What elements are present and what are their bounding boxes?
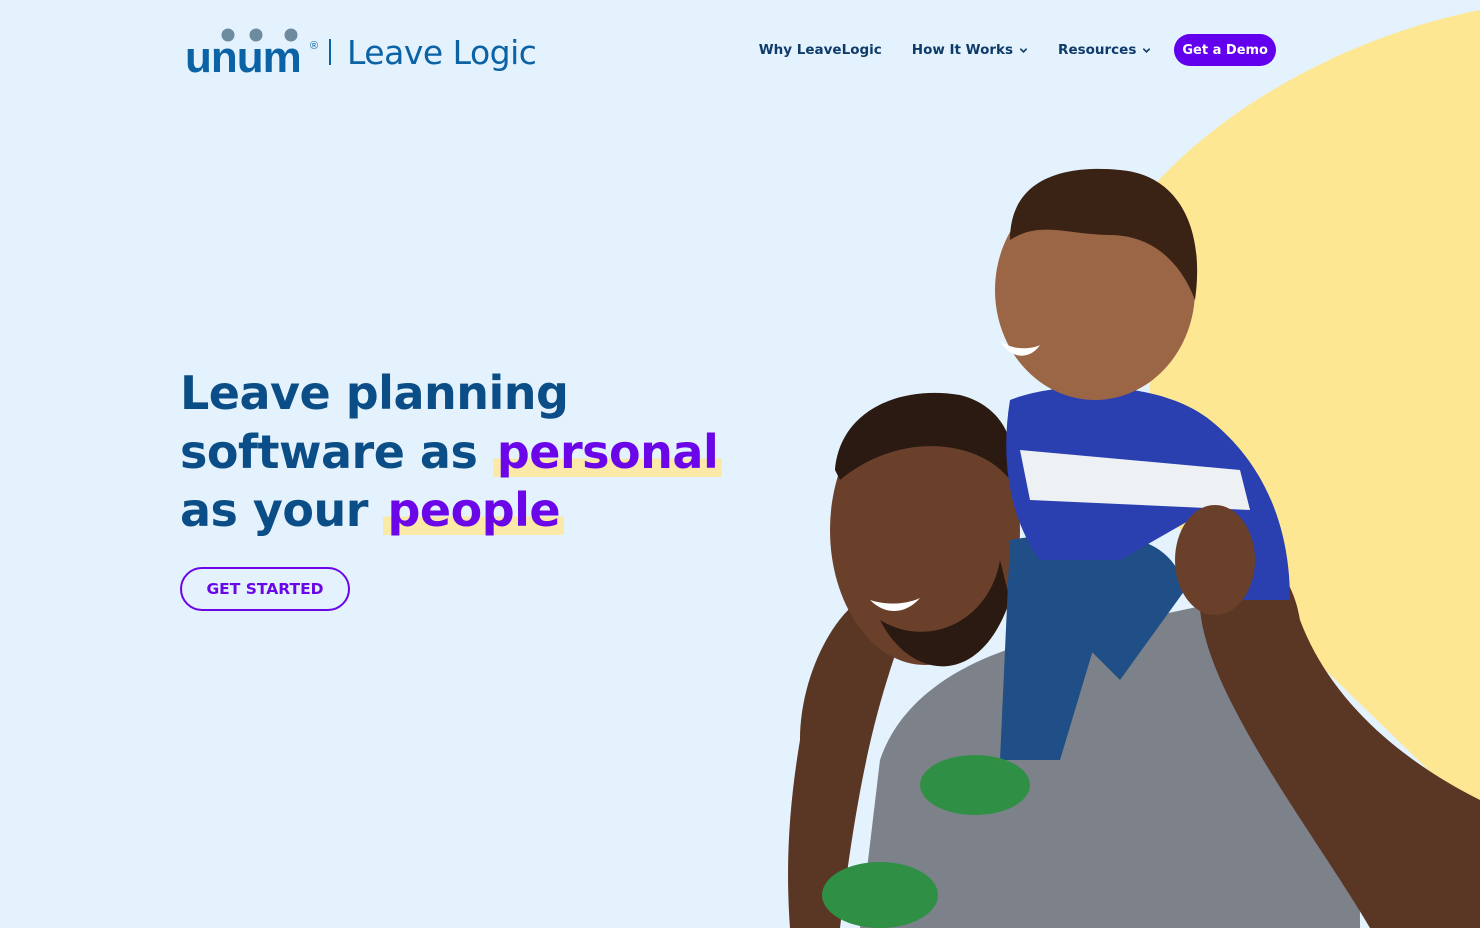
logo-divider xyxy=(329,39,331,65)
hero-line-3-prefix: as your xyxy=(180,483,368,537)
clasped-hands xyxy=(1175,505,1255,615)
chevron-down-icon xyxy=(1020,47,1028,53)
boy-smile xyxy=(1000,340,1040,356)
man-beard xyxy=(880,560,1010,667)
get-started-button[interactable]: GET STARTED xyxy=(180,567,350,611)
brand-logo[interactable]: unum ® Leave Logic xyxy=(185,26,537,82)
man-head xyxy=(830,395,1020,665)
nav-resources-label: Resources xyxy=(1058,42,1137,58)
hero-heading: Leave planning software as personal as y… xyxy=(180,364,740,540)
man-arm-right xyxy=(1199,552,1480,928)
boy-shirt xyxy=(1006,386,1290,600)
boy-leg-right xyxy=(1080,538,1185,680)
main-nav: Why LeaveLogic How It Works Resources Ge… xyxy=(759,34,1276,66)
hero-highlight-personal: personal xyxy=(492,424,723,479)
boy-hair xyxy=(1010,168,1198,300)
chevron-down-icon xyxy=(1143,47,1151,53)
hero-line-2-prefix: software as xyxy=(180,424,478,479)
nav-resources[interactable]: Resources xyxy=(1058,42,1151,58)
man-smile xyxy=(870,598,920,612)
boy-leg-left xyxy=(1000,536,1120,760)
boy-head xyxy=(995,180,1195,400)
hero-highlight-people: people xyxy=(383,483,565,537)
logo-word: unum xyxy=(185,33,302,82)
boy-shoe-left xyxy=(920,755,1030,815)
nav-why-leavelogic-label: Why LeaveLogic xyxy=(758,42,882,58)
man-hair xyxy=(835,392,1013,480)
nav-why-leavelogic[interactable]: Why LeaveLogic xyxy=(759,42,882,58)
boy-shirt-stripe xyxy=(1020,450,1250,510)
hero-line-1: Leave planning xyxy=(180,366,569,420)
get-a-demo-button[interactable]: Get a Demo xyxy=(1174,34,1276,66)
nav-how-it-works[interactable]: How It Works xyxy=(912,42,1028,58)
boy-shoe-right xyxy=(822,862,938,928)
man-shirt xyxy=(860,600,1360,928)
logo-registered-mark: ® xyxy=(310,40,319,52)
nav-how-it-works-label: How It Works xyxy=(911,42,1014,58)
yellow-arc-shape xyxy=(1150,10,1480,820)
unum-logo-mark: unum ® xyxy=(185,26,325,82)
man-arm-left xyxy=(788,600,900,928)
logo-product-name: Leave Logic xyxy=(347,32,537,72)
